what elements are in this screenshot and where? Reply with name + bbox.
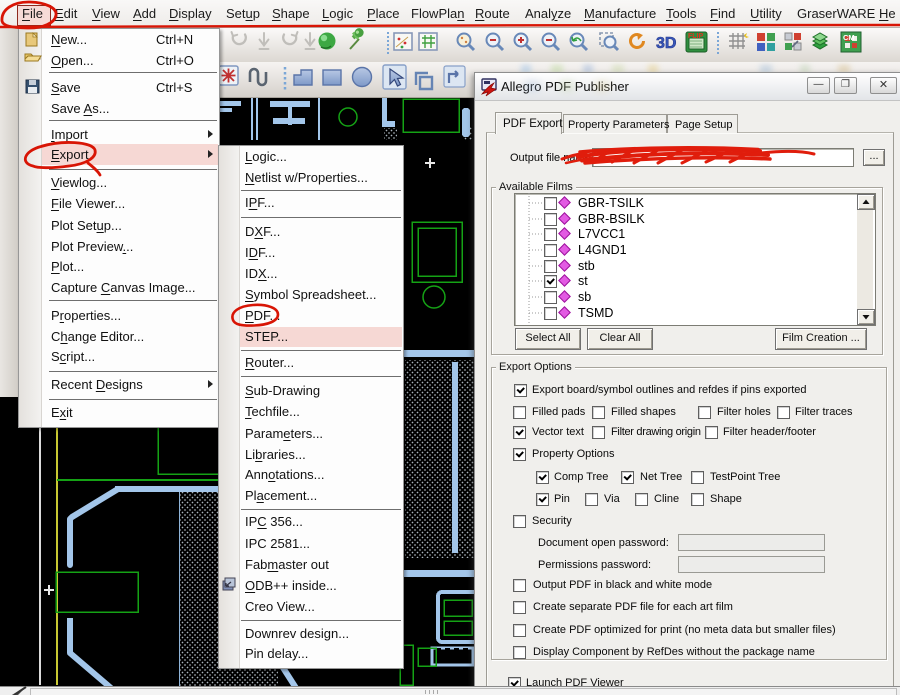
- svg-text:CM: CM: [843, 33, 855, 42]
- svg-text:3D: 3D: [656, 35, 676, 52]
- svg-text:FLIP: FLIP: [688, 33, 703, 40]
